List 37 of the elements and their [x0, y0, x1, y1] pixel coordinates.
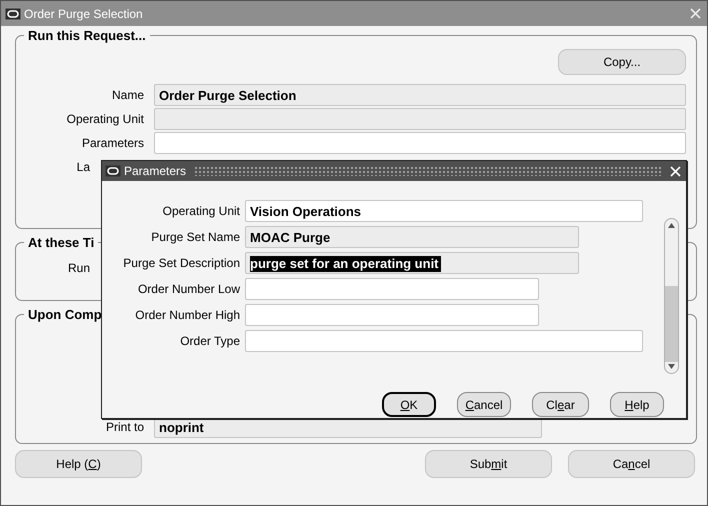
dialog-button[interactable]: Clear	[532, 392, 589, 417]
input-field[interactable]: Order Purge Selection	[154, 84, 686, 106]
input-field[interactable]	[154, 108, 686, 130]
group-title: At these Ti	[27, 235, 96, 250]
input-field[interactable]: Vision Operations	[245, 200, 643, 222]
window-title: Order Purge Selection	[24, 6, 143, 20]
input-field[interactable]	[245, 278, 539, 300]
dialog-title: Parameters	[124, 164, 186, 178]
dialog-button[interactable]: Help (C)	[15, 450, 142, 478]
field-label: Name	[110, 88, 145, 102]
field-label: Run	[66, 261, 91, 275]
input-field[interactable]	[154, 132, 686, 154]
field-label: La	[76, 160, 91, 174]
oracle-logo-icon	[5, 8, 21, 20]
copy-button[interactable]: Copy...	[558, 49, 686, 75]
dialog-button[interactable]: Submit	[425, 450, 552, 478]
dialog-button[interactable]: Cancel	[457, 392, 511, 417]
input-field[interactable]	[245, 304, 539, 326]
input-field[interactable]: purge set for an operating unit	[245, 252, 579, 274]
field-label: Purge Set Description	[122, 256, 241, 270]
field-label: Order Number High	[134, 308, 241, 322]
field-label: Print to	[104, 420, 145, 434]
field-label: Operating Unit	[66, 112, 145, 126]
dialog-button[interactable]: Cancel	[568, 450, 695, 478]
scroll-bar[interactable]	[664, 218, 679, 374]
dialog-button[interactable]: Help	[610, 392, 664, 417]
group-title: Run this Request...	[27, 28, 147, 43]
field-label: Order Number Low	[136, 282, 241, 296]
oracle-logo-icon	[105, 165, 121, 177]
group-title: Upon Comp	[27, 307, 103, 322]
input-field[interactable]: MOAC Purge	[245, 226, 579, 248]
field-label: Parameters	[80, 136, 145, 150]
input-field[interactable]	[245, 330, 643, 352]
field-label: Operating Unit	[162, 204, 241, 218]
field-label: Purge Set Name	[150, 230, 241, 244]
field-label: Order Type	[179, 334, 241, 348]
dialog-button[interactable]: OK	[382, 392, 436, 417]
